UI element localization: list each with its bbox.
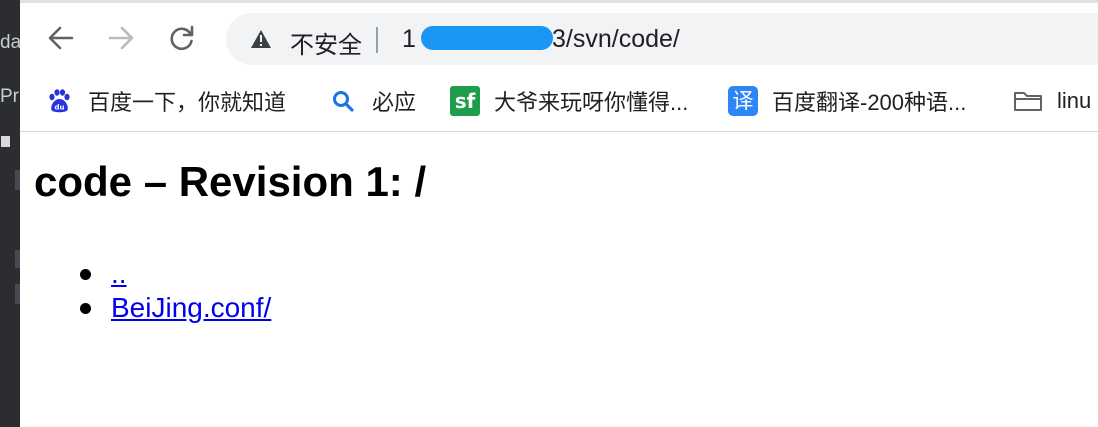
bookmark-label: 百度一下，你就知道 [88, 90, 287, 115]
url-text-prefix[interactable]: 1 [402, 25, 416, 54]
bookmark-label: 百度翻译-200种语... [772, 90, 967, 115]
reload-icon [170, 25, 194, 51]
sf-icon-text: sf [454, 89, 476, 113]
list-bullet [80, 269, 91, 280]
address-divider [376, 27, 378, 53]
security-status-label[interactable]: 不安全 [290, 25, 362, 60]
reload-button[interactable] [165, 21, 199, 55]
background-square [1, 136, 10, 147]
sf-icon: sf [450, 86, 480, 116]
translate-icon-text: 译 [732, 89, 754, 113]
bookmark-label: 大爷来玩呀你懂得... [494, 90, 689, 115]
bookmark-baidu[interactable]: du 百度一下，你就知道 [44, 85, 286, 117]
folder-icon [1013, 86, 1043, 116]
search-icon [328, 86, 358, 116]
background-window-strip: da Pr [0, 0, 20, 427]
bookmark-label: linu [1057, 88, 1092, 113]
svg-text:du: du [55, 104, 65, 112]
background-text-fragment: Pr [0, 86, 19, 107]
list-bullet [80, 303, 91, 314]
baidu-paw-icon: du [44, 86, 74, 116]
translate-icon: 译 [728, 86, 758, 116]
url-text-suffix[interactable]: 3/svn/code/ [552, 25, 680, 54]
bookmark-sf[interactable]: sf 大爷来玩呀你懂得... [450, 85, 688, 117]
arrow-left-icon [48, 26, 74, 50]
forward-button[interactable] [104, 21, 138, 55]
bookmarks-bar: du 百度一下，你就知道 必应 sf 大爷来玩呀你懂得... 译 百度翻译-20… [20, 73, 1098, 132]
arrow-right-icon [108, 26, 134, 50]
bookmark-folder-linux[interactable]: linu [1013, 85, 1091, 117]
folder-link-beijing-conf[interactable]: BeiJing.conf/ [111, 291, 271, 325]
url-redaction [421, 26, 553, 50]
bookmark-bing[interactable]: 必应 [328, 85, 416, 117]
warning-icon[interactable] [250, 29, 272, 49]
browser-window: 不安全 1 3/svn/code/ du 百度一下，你就知道 必应 sf 大爷来… [20, 0, 1098, 427]
page-content: code – Revision 1: / .. BeiJing.conf/ [20, 132, 1098, 427]
bookmark-label: 必应 [372, 90, 417, 115]
bookmark-translate[interactable]: 译 百度翻译-200种语... [728, 85, 966, 117]
parent-directory-link[interactable]: .. [111, 257, 127, 291]
address-bar[interactable]: 不安全 1 3/svn/code/ [226, 13, 1098, 65]
browser-toolbar: 不安全 1 3/svn/code/ [20, 3, 1098, 73]
back-button[interactable] [44, 21, 78, 55]
page-title: code – Revision 1: / [34, 158, 427, 205]
background-text-fragment: da [0, 32, 20, 53]
